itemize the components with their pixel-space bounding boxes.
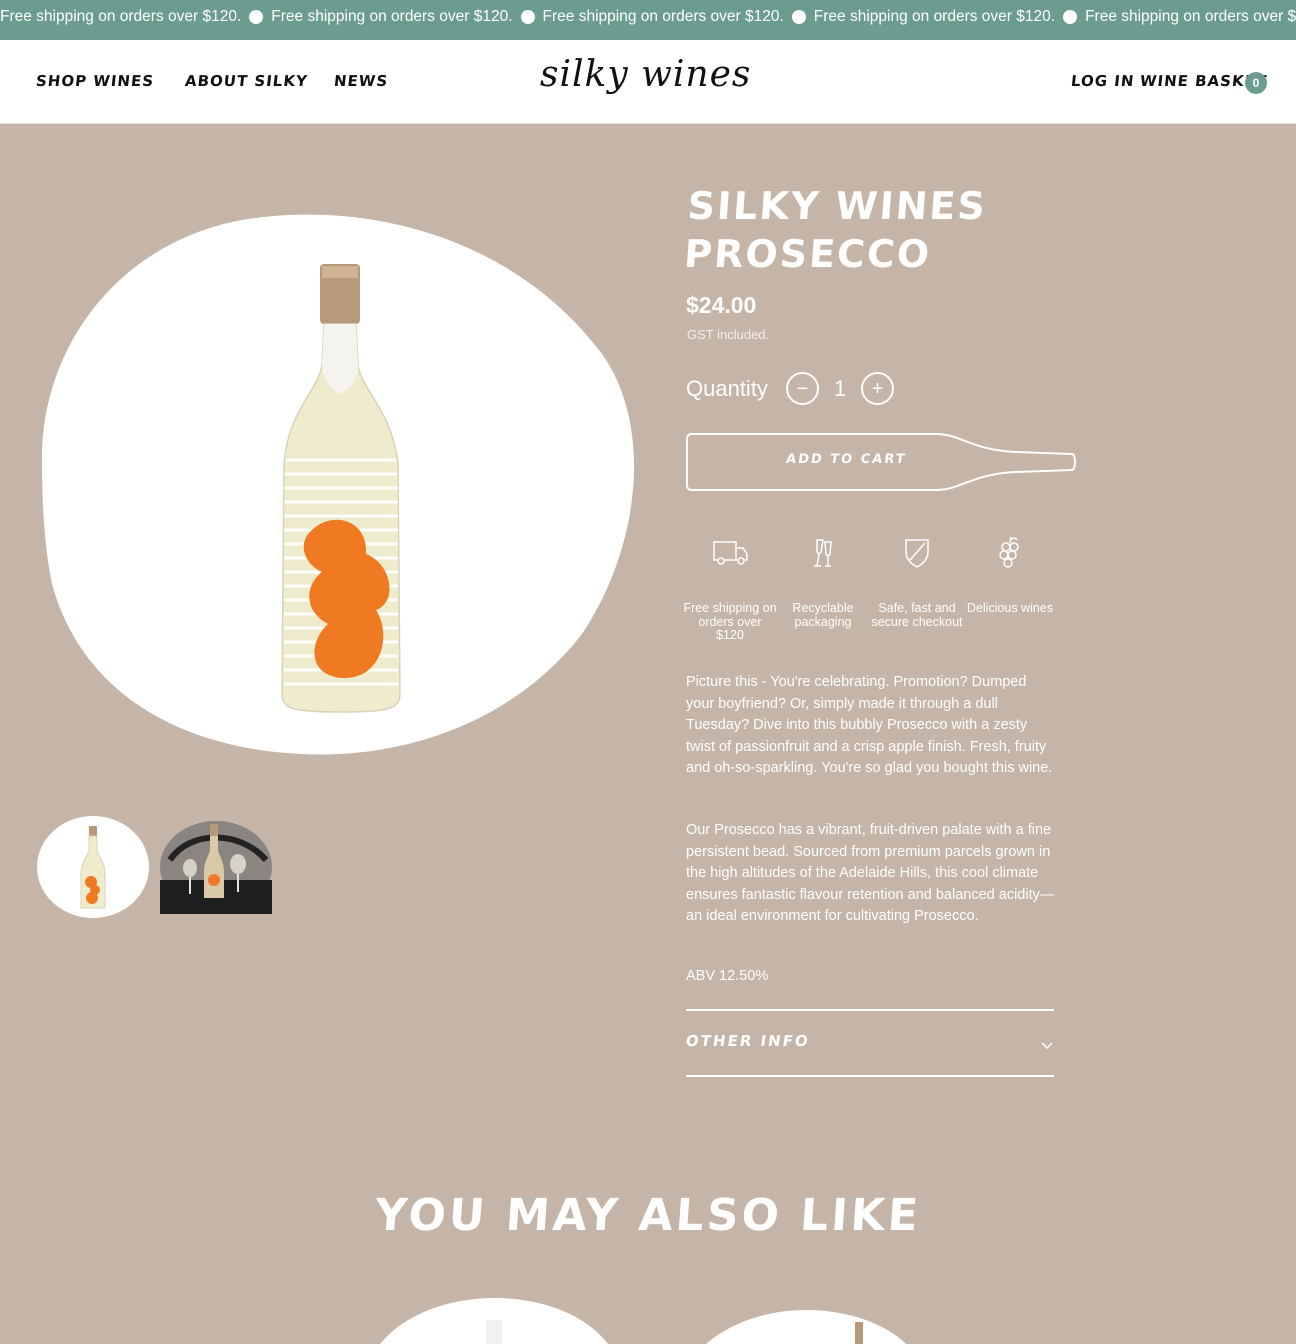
- grapes-icon: [999, 536, 1019, 568]
- other-info-toggle[interactable]: OTHER INFO: [685, 1032, 811, 1050]
- nav-news[interactable]: NEWS: [333, 72, 389, 90]
- bullet-dot: [1063, 10, 1078, 24]
- nav-about-silky[interactable]: ABOUT SILKY: [184, 72, 309, 90]
- announcement-text: Free shipping on orders over $120.: [813, 8, 1056, 25]
- abv-value: ABV 12.50%: [686, 968, 769, 984]
- site-header: SHOP WINES ABOUT SILKY NEWS silky wines …: [0, 44, 1296, 124]
- announcement-text: Free shipping on orders over $120.: [0, 8, 242, 25]
- quantity-value[interactable]: 1: [834, 376, 846, 402]
- feature-secure-text: Safe, fast and secure checkout: [871, 601, 963, 629]
- chevron-down-icon[interactable]: [1040, 1038, 1054, 1052]
- product-description-1: Picture this - You're celebrating. Promo…: [686, 674, 1053, 777]
- announcement-text: Free shipping on orders over $120.: [271, 8, 513, 25]
- recommended-product-1[interactable]: [380, 1298, 608, 1344]
- feature-delicious-text: Delicious wines: [966, 601, 1054, 615]
- bullet-dot: [249, 10, 264, 24]
- glasses-icon: [814, 539, 832, 567]
- feature-shipping: [685, 534, 775, 570]
- feature-recyclable-text: Recyclable packaging: [792, 601, 854, 629]
- product-main-image[interactable]: [42, 214, 638, 756]
- product-title-line-2: PROSECCO: [682, 232, 933, 276]
- login-link[interactable]: LOG IN: [1070, 72, 1135, 90]
- quantity-increase-button[interactable]: +: [861, 372, 894, 405]
- tax-note: GST included.: [687, 327, 770, 342]
- nav-shop-wines[interactable]: SHOP WINES: [35, 72, 155, 90]
- truck-icon: [713, 541, 748, 565]
- feature-recyclable: [778, 534, 868, 570]
- thumbnail-bottle[interactable]: [37, 816, 149, 918]
- basket-count-badge[interactable]: 0: [1245, 72, 1267, 94]
- recommended-product-2[interactable]: [706, 1310, 906, 1344]
- bullet-dot: [520, 10, 535, 24]
- feature-delicious: [965, 534, 1055, 570]
- feature-shipping-text: Free shipping on orders over $120: [683, 601, 777, 642]
- product-price: $24.00: [686, 292, 757, 318]
- feature-secure: [872, 534, 962, 570]
- divider: [686, 1009, 1054, 1011]
- announcement-text: Free shipping on orders over $120.: [1085, 8, 1296, 25]
- announcement-text: Free shipping on orders over $120.: [542, 8, 784, 25]
- quantity-decrease-button[interactable]: −: [786, 372, 819, 405]
- divider: [686, 1075, 1054, 1077]
- product-title-line-1: SILKY WINES: [686, 184, 989, 228]
- bullet-dot: [791, 10, 806, 24]
- shield-icon: [905, 539, 929, 568]
- site-logo[interactable]: silky wines: [540, 54, 751, 95]
- add-to-cart-label[interactable]: ADD TO CART: [785, 452, 908, 467]
- product-title: SILKY WINES PROSECCO: [683, 182, 990, 278]
- torn-edge-decoration: [0, 28, 1296, 37]
- recommendations-heading: YOU MAY ALSO LIKE: [373, 1190, 923, 1241]
- announcement-bar: Free shipping on orders over $120. Free …: [0, 0, 1296, 44]
- quantity-label: Quantity: [686, 376, 768, 401]
- product-description-2: Our Prosecco has a vibrant, fruit-driven…: [686, 822, 1055, 925]
- thumbnail-lifestyle[interactable]: [160, 820, 272, 914]
